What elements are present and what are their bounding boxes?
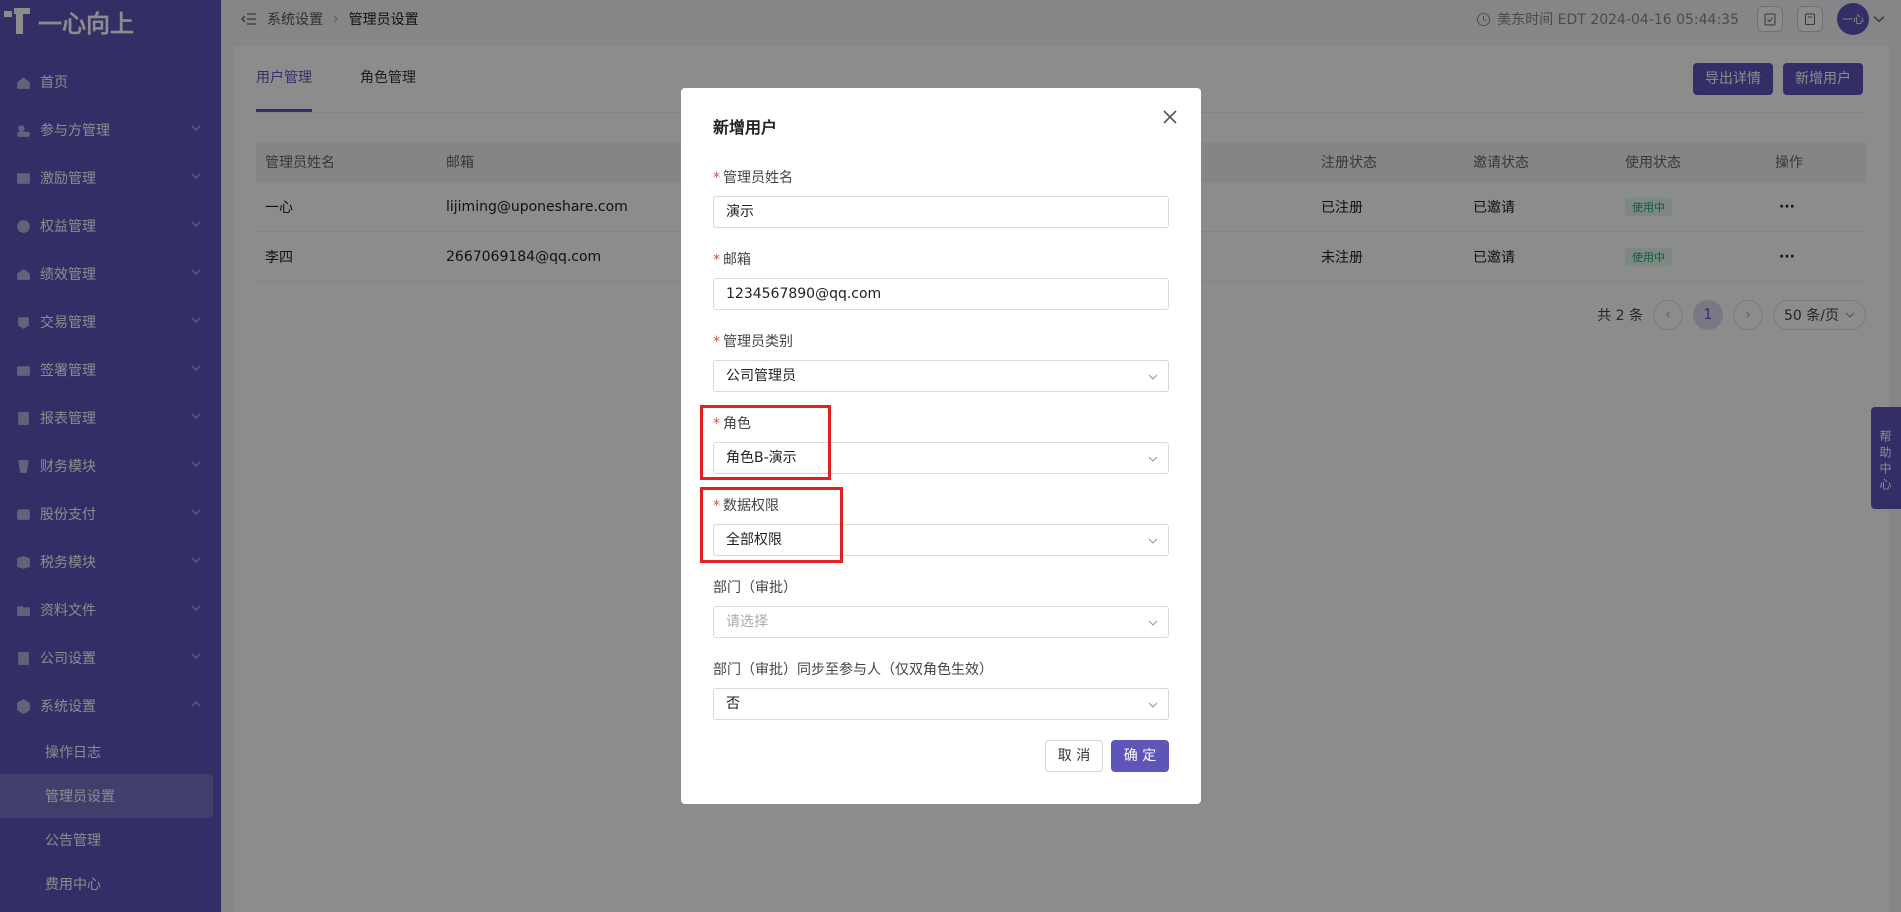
field-label: * 管理员类别 — [713, 334, 793, 350]
field-label: * 管理员姓名 — [713, 170, 793, 186]
select-value: 否 — [726, 696, 740, 712]
department-select[interactable]: 请选择 — [713, 606, 1169, 638]
field-label: 部门（审批）同步至参与人（仅双角色生效） — [713, 662, 993, 678]
cancel-button[interactable]: 取 消 — [1045, 740, 1103, 772]
close-icon[interactable] — [1159, 106, 1181, 128]
field-label: * 邮箱 — [713, 252, 751, 268]
chevron-down-icon — [1148, 538, 1158, 544]
admin-name-input[interactable]: 演示 — [713, 196, 1169, 228]
email-input[interactable]: 1234567890@qq.com — [713, 278, 1169, 310]
highlight-box-role — [700, 405, 831, 480]
select-value: 公司管理员 — [726, 368, 796, 384]
chevron-down-icon — [1148, 374, 1158, 380]
field-email: * 邮箱 1234567890@qq.com — [713, 250, 1169, 310]
confirm-button[interactable]: 确 定 — [1111, 740, 1169, 772]
field-label: 部门（审批） — [713, 580, 797, 596]
department-sync-select[interactable]: 否 — [713, 688, 1169, 720]
field-department-sync: 部门（审批）同步至参与人（仅双角色生效） 否 — [713, 660, 1169, 720]
field-department: 部门（审批） 请选择 — [713, 578, 1169, 638]
highlight-box-data-permission — [700, 487, 843, 563]
field-admin-name: * 管理员姓名 演示 — [713, 168, 1169, 228]
select-placeholder: 请选择 — [726, 614, 768, 630]
dialog-title: 新增用户 — [713, 118, 778, 137]
chevron-down-icon — [1148, 620, 1158, 626]
admin-type-select[interactable]: 公司管理员 — [713, 360, 1169, 392]
chevron-down-icon — [1148, 702, 1158, 708]
chevron-down-icon — [1148, 456, 1158, 462]
field-admin-type: * 管理员类别 公司管理员 — [713, 332, 1169, 392]
